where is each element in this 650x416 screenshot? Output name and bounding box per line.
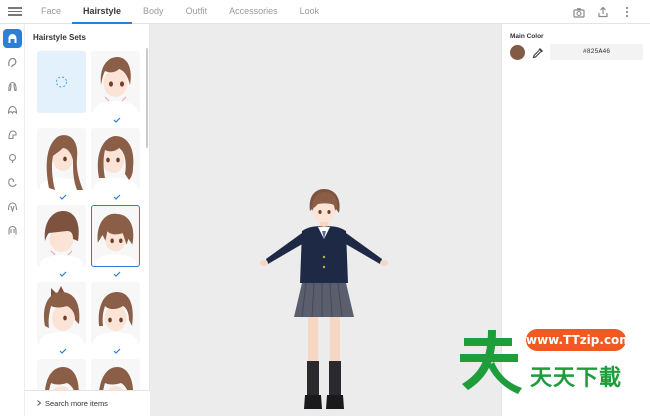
main-color-swatch[interactable] <box>510 45 525 60</box>
tab-look[interactable]: Look <box>289 0 331 24</box>
panel-title: Hairstyle Sets <box>33 33 86 42</box>
more-vertical-icon[interactable] <box>620 5 634 19</box>
menu-icon[interactable] <box>8 5 22 19</box>
hair-extra-4-icon[interactable] <box>3 197 22 216</box>
hairstyle-item-messy-short[interactable] <box>91 205 140 267</box>
watermark-logo-icon <box>460 330 522 394</box>
tab-outfit[interactable]: Outfit <box>175 0 219 24</box>
tab-face[interactable]: Face <box>30 0 72 24</box>
check-icon <box>113 117 121 123</box>
check-icon <box>113 348 121 354</box>
tab-accessories[interactable]: Accessories <box>218 0 289 24</box>
hair-top-icon[interactable] <box>3 101 22 120</box>
export-icon[interactable] <box>596 5 610 19</box>
check-icon <box>59 348 67 354</box>
hairstyle-item-short-bob[interactable] <box>91 51 140 113</box>
site-watermark: www.TTzip.com 天天下載 <box>454 322 634 394</box>
top-navigation-bar: Face Hairstyle Body Outfit Accessories L… <box>0 0 650 24</box>
hairstyle-item-none[interactable] <box>37 51 86 113</box>
check-icon <box>113 271 121 277</box>
hairstyle-sets-panel: Hairstyle Sets Search more items <box>25 24 150 416</box>
hairstyle-item-medium-layered[interactable] <box>91 128 140 190</box>
hairstyle-item-long-straight[interactable] <box>37 128 86 190</box>
hair-extra-3-icon[interactable] <box>3 173 22 192</box>
panel-scrollbar[interactable] <box>146 48 148 148</box>
watermark-url: www.TTzip.com <box>526 329 632 351</box>
chevron-right-icon <box>37 400 42 406</box>
hair-extra-2-icon[interactable] <box>3 149 22 168</box>
hair-extra-5-icon[interactable] <box>3 221 22 240</box>
hair-back-icon[interactable] <box>3 77 22 96</box>
hairstyle-item-short-bangs[interactable] <box>91 282 140 344</box>
main-color-hex-field[interactable]: #825A46 <box>550 44 643 60</box>
eyedropper-icon[interactable] <box>531 46 545 60</box>
tab-body[interactable]: Body <box>132 0 175 24</box>
check-icon <box>113 194 121 200</box>
hairstyle-item-bowl-cut[interactable] <box>37 205 86 267</box>
avatar-viewport[interactable] <box>150 24 501 416</box>
avatar-model[interactable] <box>256 187 392 412</box>
hair-side-icon[interactable] <box>3 53 22 72</box>
camera-icon[interactable] <box>572 5 586 19</box>
main-color-label: Main Color <box>510 33 544 40</box>
hair-front-icon[interactable] <box>3 29 22 48</box>
search-more-label: Search more items <box>45 399 108 408</box>
watermark-text: 天天下載 <box>530 366 623 391</box>
hairstyle-item-bow-bob[interactable] <box>37 282 86 344</box>
hair-part-toolbar <box>0 24 25 416</box>
hair-extra-1-icon[interactable] <box>3 125 22 144</box>
tab-hairstyle[interactable]: Hairstyle <box>72 0 133 24</box>
category-tabs: Face Hairstyle Body Outfit Accessories L… <box>30 0 330 24</box>
check-icon <box>59 271 67 277</box>
search-more-items-button[interactable]: Search more items <box>25 390 150 416</box>
check-icon <box>59 194 67 200</box>
